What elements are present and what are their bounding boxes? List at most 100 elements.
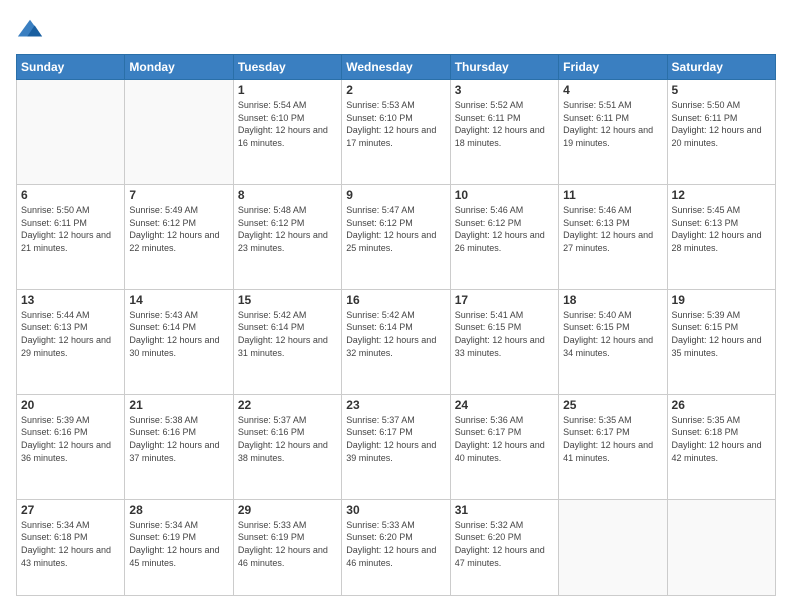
day-number: 11 [563, 188, 662, 202]
day-info: Sunrise: 5:53 AM Sunset: 6:10 PM Dayligh… [346, 99, 445, 149]
day-number: 5 [672, 83, 771, 97]
calendar-cell: 4 Sunrise: 5:51 AM Sunset: 6:11 PM Daylig… [559, 80, 667, 185]
day-info: Sunrise: 5:42 AM Sunset: 6:14 PM Dayligh… [346, 309, 445, 359]
day-info: Sunrise: 5:47 AM Sunset: 6:12 PM Dayligh… [346, 204, 445, 254]
day-number: 27 [21, 503, 120, 517]
calendar-cell: 1Sunrise: 5:54 AM Sunset: 6:10 PM Daylig… [233, 80, 341, 185]
day-number: 9 [346, 188, 445, 202]
calendar-cell: 9 Sunrise: 5:47 AM Sunset: 6:12 PM Daylig… [342, 184, 450, 289]
header [16, 16, 776, 44]
day-number: 12 [672, 188, 771, 202]
day-info: Sunrise: 5:37 AM Sunset: 6:16 PM Dayligh… [238, 414, 337, 464]
day-number: 23 [346, 398, 445, 412]
calendar-day-header: Monday [125, 55, 233, 80]
day-info: Sunrise: 5:46 AM Sunset: 6:12 PM Dayligh… [455, 204, 554, 254]
day-number: 13 [21, 293, 120, 307]
day-number: 15 [238, 293, 337, 307]
calendar-cell [125, 80, 233, 185]
calendar-cell: 30 Sunrise: 5:33 AM Sunset: 6:20 PM Dayli… [342, 499, 450, 595]
calendar-cell: 5 Sunrise: 5:50 AM Sunset: 6:11 PM Daylig… [667, 80, 775, 185]
calendar-week-row: 20Sunrise: 5:39 AM Sunset: 6:16 PM Dayli… [17, 394, 776, 499]
day-info: Sunrise: 5:48 AM Sunset: 6:12 PM Dayligh… [238, 204, 337, 254]
day-info: Sunrise: 5:45 AM Sunset: 6:13 PM Dayligh… [672, 204, 771, 254]
calendar-cell: 23 Sunrise: 5:37 AM Sunset: 6:17 PM Dayli… [342, 394, 450, 499]
calendar-day-header: Wednesday [342, 55, 450, 80]
day-number: 2 [346, 83, 445, 97]
day-number: 6 [21, 188, 120, 202]
day-number: 4 [563, 83, 662, 97]
day-number: 10 [455, 188, 554, 202]
day-info: Sunrise: 5:43 AM Sunset: 6:14 PM Dayligh… [129, 309, 228, 359]
day-number: 29 [238, 503, 337, 517]
day-info: Sunrise: 5:49 AM Sunset: 6:12 PM Dayligh… [129, 204, 228, 254]
calendar-cell: 12 Sunrise: 5:45 AM Sunset: 6:13 PM Dayli… [667, 184, 775, 289]
day-info: Sunrise: 5:38 AM Sunset: 6:16 PM Dayligh… [129, 414, 228, 464]
day-info: Sunrise: 5:50 AM Sunset: 6:11 PM Dayligh… [21, 204, 120, 254]
calendar-cell [559, 499, 667, 595]
day-number: 28 [129, 503, 228, 517]
calendar-cell: 2 Sunrise: 5:53 AM Sunset: 6:10 PM Daylig… [342, 80, 450, 185]
calendar-cell [17, 80, 125, 185]
day-number: 25 [563, 398, 662, 412]
day-info: Sunrise: 5:41 AM Sunset: 6:15 PM Dayligh… [455, 309, 554, 359]
calendar-cell: 7Sunrise: 5:49 AM Sunset: 6:12 PM Daylig… [125, 184, 233, 289]
day-number: 22 [238, 398, 337, 412]
logo [16, 16, 48, 44]
day-number: 17 [455, 293, 554, 307]
calendar-day-header: Friday [559, 55, 667, 80]
day-info: Sunrise: 5:37 AM Sunset: 6:17 PM Dayligh… [346, 414, 445, 464]
day-info: Sunrise: 5:32 AM Sunset: 6:20 PM Dayligh… [455, 519, 554, 569]
day-number: 1 [238, 83, 337, 97]
day-info: Sunrise: 5:39 AM Sunset: 6:16 PM Dayligh… [21, 414, 120, 464]
day-info: Sunrise: 5:52 AM Sunset: 6:11 PM Dayligh… [455, 99, 554, 149]
calendar-cell: 19 Sunrise: 5:39 AM Sunset: 6:15 PM Dayli… [667, 289, 775, 394]
day-number: 18 [563, 293, 662, 307]
day-info: Sunrise: 5:33 AM Sunset: 6:19 PM Dayligh… [238, 519, 337, 569]
calendar-cell: 3 Sunrise: 5:52 AM Sunset: 6:11 PM Daylig… [450, 80, 558, 185]
calendar-cell: 18 Sunrise: 5:40 AM Sunset: 6:15 PM Dayli… [559, 289, 667, 394]
calendar-cell [667, 499, 775, 595]
day-number: 3 [455, 83, 554, 97]
day-number: 30 [346, 503, 445, 517]
day-info: Sunrise: 5:50 AM Sunset: 6:11 PM Dayligh… [672, 99, 771, 149]
day-info: Sunrise: 5:34 AM Sunset: 6:18 PM Dayligh… [21, 519, 120, 569]
day-info: Sunrise: 5:33 AM Sunset: 6:20 PM Dayligh… [346, 519, 445, 569]
calendar-cell: 13Sunrise: 5:44 AM Sunset: 6:13 PM Dayli… [17, 289, 125, 394]
day-info: Sunrise: 5:35 AM Sunset: 6:18 PM Dayligh… [672, 414, 771, 464]
calendar-day-header: Saturday [667, 55, 775, 80]
calendar-cell: 14Sunrise: 5:43 AM Sunset: 6:14 PM Dayli… [125, 289, 233, 394]
calendar-week-row: 1Sunrise: 5:54 AM Sunset: 6:10 PM Daylig… [17, 80, 776, 185]
calendar-table: SundayMondayTuesdayWednesdayThursdayFrid… [16, 54, 776, 596]
calendar-cell: 28 Sunrise: 5:34 AM Sunset: 6:19 PM Dayli… [125, 499, 233, 595]
day-info: Sunrise: 5:39 AM Sunset: 6:15 PM Dayligh… [672, 309, 771, 359]
calendar-day-header: Thursday [450, 55, 558, 80]
day-info: Sunrise: 5:40 AM Sunset: 6:15 PM Dayligh… [563, 309, 662, 359]
calendar-cell: 6 Sunrise: 5:50 AM Sunset: 6:11 PM Daylig… [17, 184, 125, 289]
day-number: 8 [238, 188, 337, 202]
calendar-cell: 21 Sunrise: 5:38 AM Sunset: 6:16 PM Dayli… [125, 394, 233, 499]
calendar-cell: 15 Sunrise: 5:42 AM Sunset: 6:14 PM Dayli… [233, 289, 341, 394]
calendar-week-row: 13Sunrise: 5:44 AM Sunset: 6:13 PM Dayli… [17, 289, 776, 394]
day-info: Sunrise: 5:51 AM Sunset: 6:11 PM Dayligh… [563, 99, 662, 149]
day-number: 31 [455, 503, 554, 517]
calendar-cell: 22 Sunrise: 5:37 AM Sunset: 6:16 PM Dayli… [233, 394, 341, 499]
calendar-cell: 24Sunrise: 5:36 AM Sunset: 6:17 PM Dayli… [450, 394, 558, 499]
day-number: 26 [672, 398, 771, 412]
calendar-cell: 27 Sunrise: 5:34 AM Sunset: 6:18 PM Dayli… [17, 499, 125, 595]
calendar-cell: 8 Sunrise: 5:48 AM Sunset: 6:12 PM Daylig… [233, 184, 341, 289]
calendar-cell: 11Sunrise: 5:46 AM Sunset: 6:13 PM Dayli… [559, 184, 667, 289]
calendar-cell: 29 Sunrise: 5:33 AM Sunset: 6:19 PM Dayli… [233, 499, 341, 595]
calendar-cell: 26 Sunrise: 5:35 AM Sunset: 6:18 PM Dayli… [667, 394, 775, 499]
day-info: Sunrise: 5:42 AM Sunset: 6:14 PM Dayligh… [238, 309, 337, 359]
day-info: Sunrise: 5:35 AM Sunset: 6:17 PM Dayligh… [563, 414, 662, 464]
calendar-week-row: 6 Sunrise: 5:50 AM Sunset: 6:11 PM Daylig… [17, 184, 776, 289]
day-number: 19 [672, 293, 771, 307]
calendar-cell: 20Sunrise: 5:39 AM Sunset: 6:16 PM Dayli… [17, 394, 125, 499]
page: SundayMondayTuesdayWednesdayThursdayFrid… [0, 0, 792, 612]
day-number: 21 [129, 398, 228, 412]
day-info: Sunrise: 5:34 AM Sunset: 6:19 PM Dayligh… [129, 519, 228, 569]
day-info: Sunrise: 5:36 AM Sunset: 6:17 PM Dayligh… [455, 414, 554, 464]
calendar-cell: 16Sunrise: 5:42 AM Sunset: 6:14 PM Dayli… [342, 289, 450, 394]
calendar-day-header: Tuesday [233, 55, 341, 80]
calendar-cell: 25 Sunrise: 5:35 AM Sunset: 6:17 PM Dayli… [559, 394, 667, 499]
